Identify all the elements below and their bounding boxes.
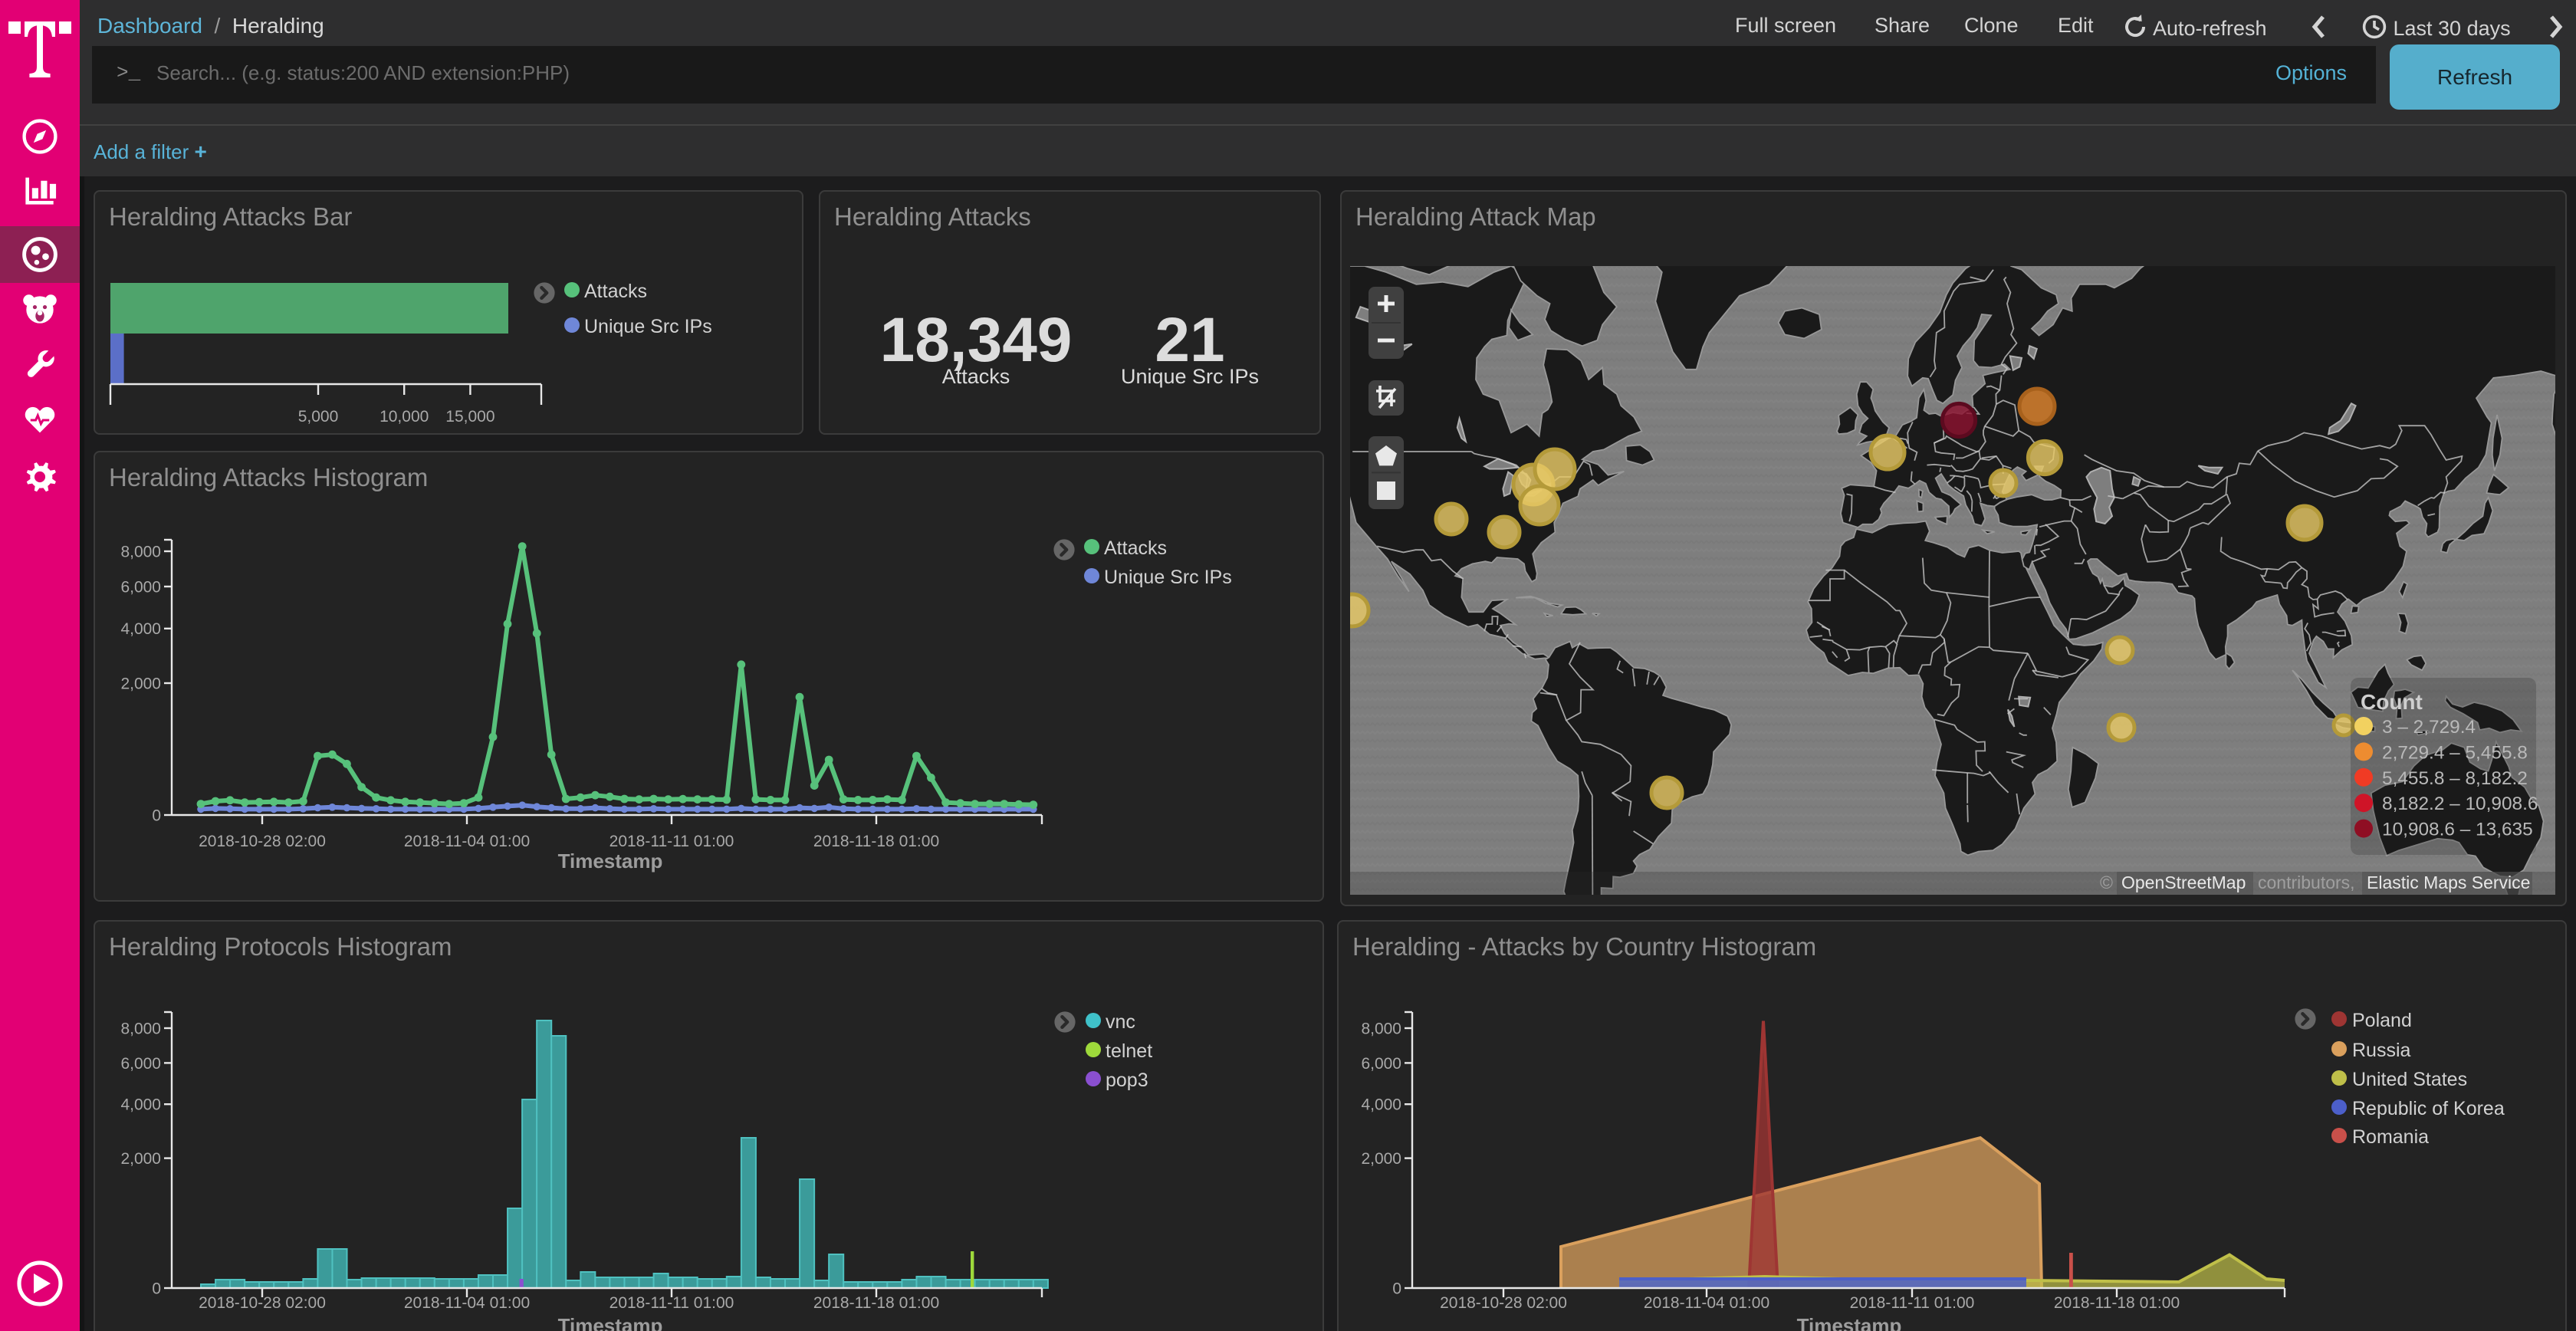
svg-text:3 – 2,729.4: 3 – 2,729.4 [2382,717,2476,738]
svg-text:contributors,: contributors, [2258,873,2355,892]
svg-text:Unique Src IPs: Unique Src IPs [1104,567,1232,588]
svg-text:2,729.4 – 5,455.8: 2,729.4 – 5,455.8 [2382,742,2528,763]
svg-text:8,182.2 – 10,908.6: 8,182.2 – 10,908.6 [2382,794,2538,814]
svg-text:2,000: 2,000 [120,1150,161,1168]
svg-text:2018-11-11 01:00: 2018-11-11 01:00 [1850,1294,1975,1312]
svg-text:Timestamp: Timestamp [1797,1314,1902,1331]
svg-text:2,000: 2,000 [1361,1150,1401,1168]
svg-text:Count: Count [2361,690,2423,714]
svg-text:6,000: 6,000 [120,578,161,596]
svg-text:Timestamp: Timestamp [558,1314,663,1331]
svg-text:2018-10-28 02:00: 2018-10-28 02:00 [199,1294,326,1312]
svg-text:4,000: 4,000 [120,1096,161,1114]
svg-text:2018-11-18 01:00: 2018-11-18 01:00 [2054,1294,2180,1312]
svg-text:Poland: Poland [2352,1010,2412,1031]
svg-text:2018-11-04 01:00: 2018-11-04 01:00 [1644,1294,1769,1312]
svg-text:8,000: 8,000 [120,1020,161,1037]
svg-text:2,000: 2,000 [120,675,161,692]
svg-text:pop3: pop3 [1106,1070,1148,1091]
svg-text:8,000: 8,000 [120,543,161,560]
svg-text:Elastic Maps Service: Elastic Maps Service [2367,873,2530,892]
svg-text:10,000: 10,000 [380,408,429,426]
svg-text:2018-11-11 01:00: 2018-11-11 01:00 [610,1294,734,1312]
svg-text:OpenStreetMap: OpenStreetMap [2121,873,2246,892]
svg-text:Romania: Romania [2352,1126,2429,1148]
svg-text:2018-11-04 01:00: 2018-11-04 01:00 [404,833,530,850]
svg-text:4,000: 4,000 [1361,1096,1401,1114]
svg-text:vnc: vnc [1106,1011,1135,1033]
svg-text:United States: United States [2352,1069,2467,1090]
svg-text:4,000: 4,000 [120,620,161,638]
svg-text:©: © [2100,873,2113,892]
svg-text:Republic of Korea: Republic of Korea [2352,1098,2505,1119]
svg-text:telnet: telnet [1106,1040,1152,1062]
svg-text:6,000: 6,000 [1361,1055,1401,1073]
svg-text:6,000: 6,000 [120,1055,161,1073]
svg-text:Timestamp: Timestamp [558,850,663,873]
svg-text:Attacks: Attacks [584,281,647,302]
svg-text:2018-11-18 01:00: 2018-11-18 01:00 [813,1294,939,1312]
svg-text:2018-10-28 02:00: 2018-10-28 02:00 [199,833,326,850]
svg-text:2018-10-28 02:00: 2018-10-28 02:00 [1440,1294,1567,1312]
svg-text:2018-11-18 01:00: 2018-11-18 01:00 [813,833,939,850]
svg-text:Unique Src IPs: Unique Src IPs [584,316,712,337]
svg-text:Attacks: Attacks [1104,537,1167,559]
svg-text:0: 0 [152,1280,161,1297]
svg-text:5,000: 5,000 [298,408,339,426]
svg-text:0: 0 [1392,1280,1401,1297]
svg-text:5,455.8 – 8,182.2: 5,455.8 – 8,182.2 [2382,768,2528,789]
svg-text:2018-11-11 01:00: 2018-11-11 01:00 [610,833,734,850]
svg-text:2018-11-04 01:00: 2018-11-04 01:00 [404,1294,530,1312]
svg-text:0: 0 [152,807,161,824]
svg-text:8,000: 8,000 [1361,1020,1401,1037]
svg-text:15,000: 15,000 [445,408,495,426]
svg-text:Russia: Russia [2352,1040,2411,1061]
svg-text:10,908.6 – 13,635: 10,908.6 – 13,635 [2382,820,2533,840]
